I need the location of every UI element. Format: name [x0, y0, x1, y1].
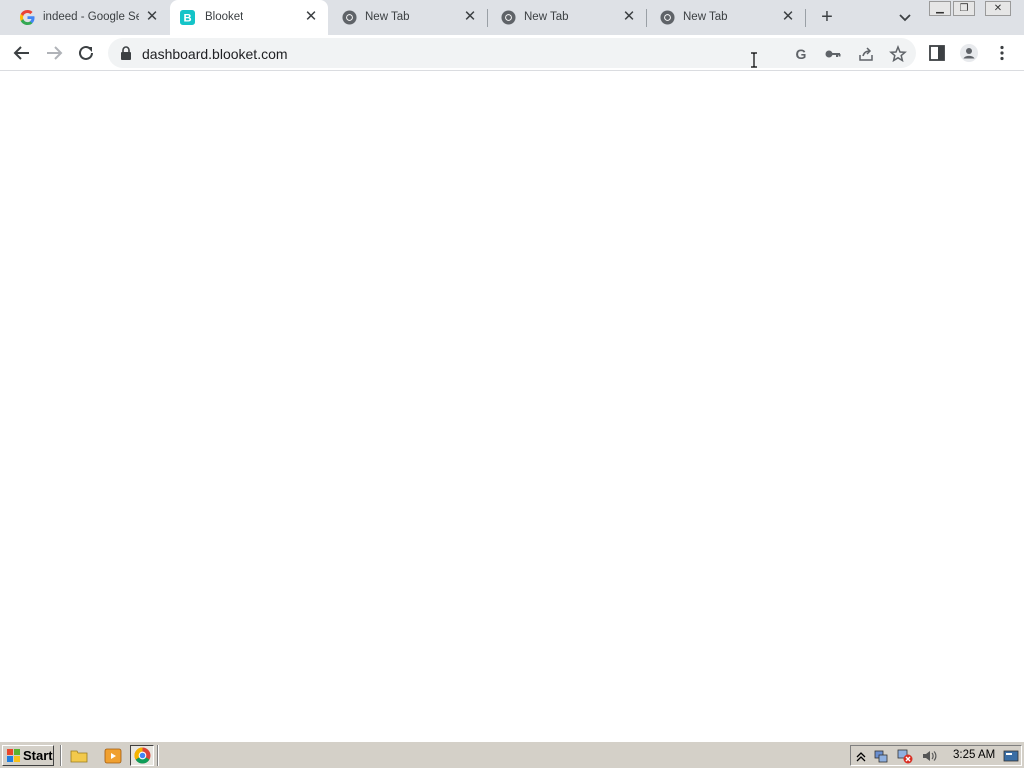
svg-text:B: B: [183, 13, 191, 25]
profile-avatar-icon[interactable]: [959, 43, 979, 63]
quicklaunch-separator: [157, 745, 159, 766]
quicklaunch-separator: [60, 745, 62, 766]
show-hidden-icons-icon[interactable]: [853, 748, 869, 764]
system-tray: 3:25 AM: [850, 745, 1022, 766]
tab-blooket[interactable]: B Blooket ✕: [170, 0, 328, 35]
tab-separator: [646, 9, 647, 27]
password-key-icon[interactable]: [824, 45, 842, 63]
show-desktop-icon[interactable]: [1003, 748, 1019, 764]
forward-button[interactable]: [43, 42, 65, 64]
share-icon[interactable]: [857, 45, 875, 63]
chrome-icon: [501, 10, 516, 25]
chrome-icon: [342, 10, 357, 25]
more-menu-icon[interactable]: [992, 43, 1012, 63]
start-button[interactable]: Start: [2, 745, 54, 766]
tab-search-button[interactable]: [896, 9, 914, 27]
address-bar[interactable]: dashboard.blooket.com G: [108, 38, 916, 68]
tab-title: New Tab: [683, 11, 728, 23]
side-panel-icon[interactable]: [927, 43, 947, 63]
tab-new-tab[interactable]: New Tab ✕: [330, 0, 486, 35]
start-label: Start: [23, 748, 53, 763]
chrome-icon: [660, 10, 675, 25]
back-button[interactable]: [11, 42, 33, 64]
bookmark-star-icon[interactable]: [889, 45, 907, 63]
svg-text:G: G: [796, 46, 807, 62]
taskbar-clock[interactable]: 3:25 AM: [953, 749, 995, 761]
lock-icon[interactable]: [120, 46, 132, 60]
network-disconnected-icon[interactable]: [897, 748, 913, 764]
google-lens-icon[interactable]: G: [792, 45, 810, 63]
windows-logo-icon: [7, 748, 20, 762]
close-window-button[interactable]: ✕: [985, 1, 1011, 16]
network-icon[interactable]: [873, 748, 889, 764]
chrome-icon: [134, 747, 151, 764]
tab-google-search[interactable]: indeed - Google Se ✕: [8, 0, 168, 35]
tab-separator: [487, 9, 488, 27]
tab-close-button[interactable]: ✕: [303, 9, 319, 25]
text-cursor-icon: [751, 52, 757, 68]
browser-toolbar: dashboard.blooket.com G: [0, 35, 1024, 71]
tab-close-button[interactable]: ✕: [621, 9, 637, 25]
tab-close-button[interactable]: ✕: [780, 9, 796, 25]
tab-new-tab[interactable]: New Tab ✕: [489, 0, 645, 35]
tab-separator: [805, 9, 806, 27]
reload-button[interactable]: [75, 42, 97, 64]
tab-title: New Tab: [524, 11, 569, 23]
tab-title: Blooket: [205, 11, 244, 23]
tab-title: New Tab: [365, 11, 410, 23]
file-explorer-icon[interactable]: [70, 747, 88, 765]
page-content: [0, 71, 1024, 741]
tab-strip: indeed - Google Se ✕ B Blooket ✕ New Tab…: [0, 0, 1024, 35]
url-text[interactable]: dashboard.blooket.com: [142, 46, 288, 62]
tab-new-tab[interactable]: New Tab ✕: [648, 0, 804, 35]
tab-close-button[interactable]: ✕: [144, 9, 160, 25]
minimize-button[interactable]: ▁: [929, 1, 951, 16]
volume-icon[interactable]: [921, 748, 937, 764]
new-tab-button[interactable]: +: [816, 6, 838, 28]
media-player-icon[interactable]: [104, 747, 122, 765]
tab-close-button[interactable]: ✕: [462, 9, 478, 25]
restore-button[interactable]: ❐: [953, 1, 975, 16]
taskbar: Start 3:25 AM: [0, 741, 1024, 768]
blooket-icon: B: [180, 10, 195, 25]
google-icon: [20, 10, 35, 25]
tab-title: indeed - Google Se: [43, 11, 139, 23]
chrome-taskbar-button[interactable]: [130, 745, 154, 766]
